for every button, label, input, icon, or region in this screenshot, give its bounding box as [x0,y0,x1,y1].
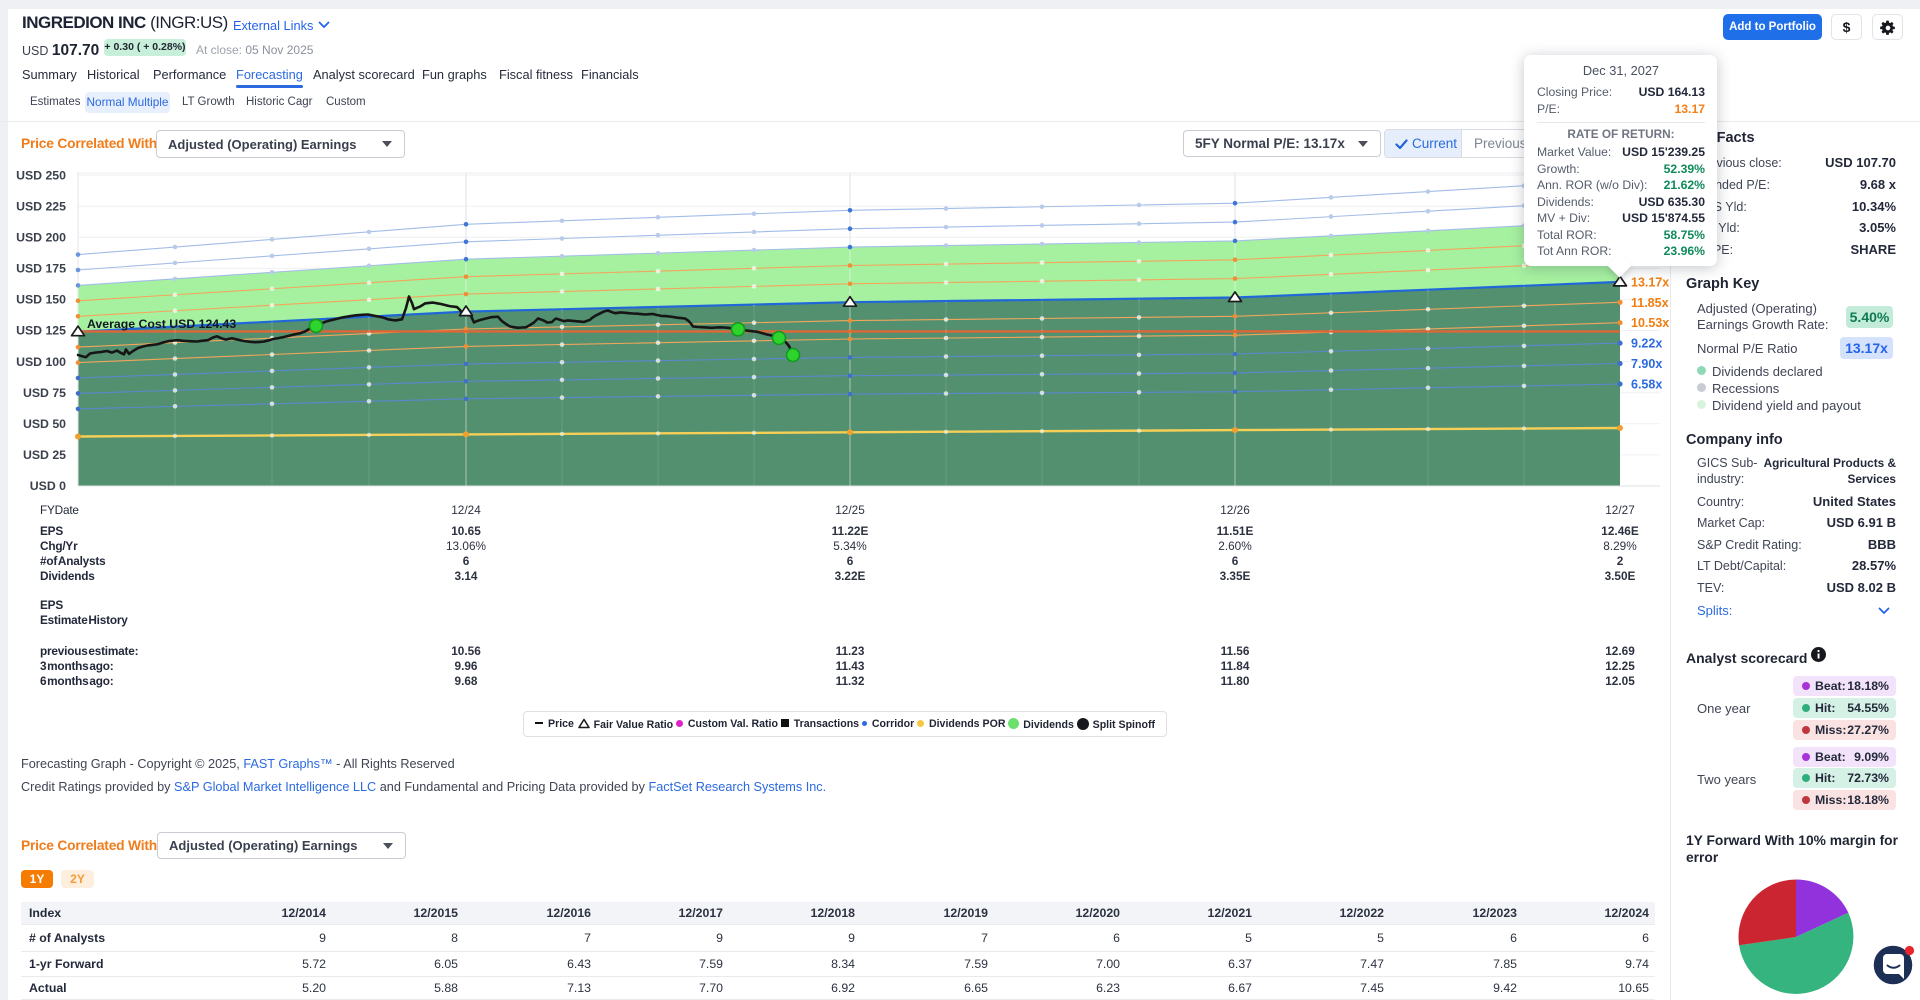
svg-text:13.17x: 13.17x [1631,275,1669,289]
svg-text:USD 175: USD 175 [16,262,66,276]
svg-text:USD 0: USD 0 [30,479,66,493]
svg-text:USD 50: USD 50 [23,417,66,431]
svg-text:9.22x: 9.22x [1631,337,1662,351]
svg-text:USD 100: USD 100 [16,355,66,369]
svg-text:10.53x: 10.53x [1631,316,1669,330]
svg-text:USD 75: USD 75 [23,386,66,400]
svg-text:11.85x: 11.85x [1631,296,1669,310]
svg-text:7.90x: 7.90x [1631,357,1662,371]
svg-text:USD 250: USD 250 [16,168,66,182]
svg-text:Average Cost USD 124.43: Average Cost USD 124.43 [87,317,236,331]
svg-text:USD 225: USD 225 [16,199,66,213]
svg-text:6.58x: 6.58x [1631,378,1662,392]
svg-text:USD 150: USD 150 [16,293,66,307]
svg-text:USD 125: USD 125 [16,324,66,338]
svg-text:USD 200: USD 200 [16,231,66,245]
svg-text:USD 25: USD 25 [23,448,66,462]
